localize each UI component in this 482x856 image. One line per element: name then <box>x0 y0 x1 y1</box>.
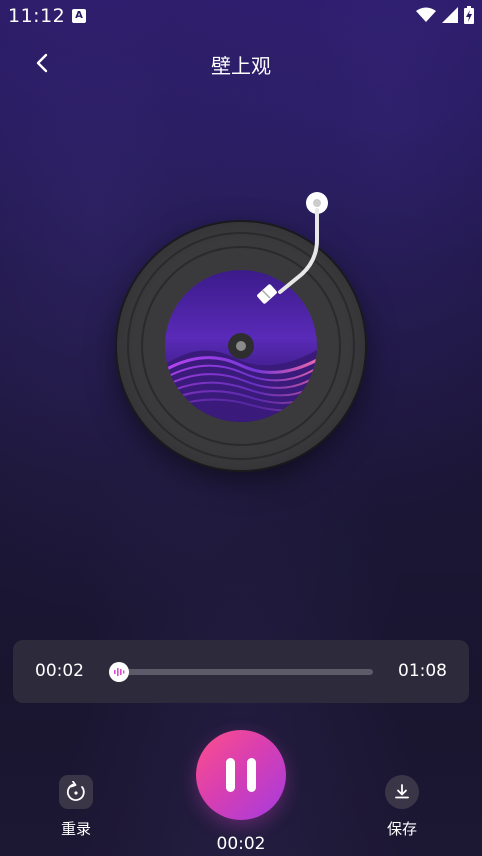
page-title: 壁上观 <box>211 54 271 78</box>
progress-slider[interactable] <box>108 662 373 682</box>
slider-thumb[interactable] <box>108 662 129 682</box>
notification-icon: A <box>72 9 86 23</box>
wifi-icon <box>416 7 436 22</box>
status-icons <box>416 6 474 24</box>
progress-card: 00:02 01:08 <box>13 640 469 703</box>
pause-button[interactable] <box>196 730 286 820</box>
battery-icon <box>464 6 474 24</box>
tonearm <box>257 192 328 304</box>
current-time: 00:02 <box>35 661 84 681</box>
save-button[interactable]: 保存 <box>385 775 419 839</box>
status-bar: 11:12 A <box>0 0 482 32</box>
signal-icon <box>442 7 458 23</box>
rerecord-button[interactable]: 重录 <box>59 775 93 839</box>
status-time: 11:12 <box>8 5 66 27</box>
save-label: 保存 <box>386 820 417 838</box>
download-icon <box>385 775 419 809</box>
pause-icon <box>220 758 262 792</box>
total-time: 01:08 <box>398 661 447 681</box>
waveform-icon <box>113 668 125 676</box>
rotate-icon <box>59 775 93 809</box>
